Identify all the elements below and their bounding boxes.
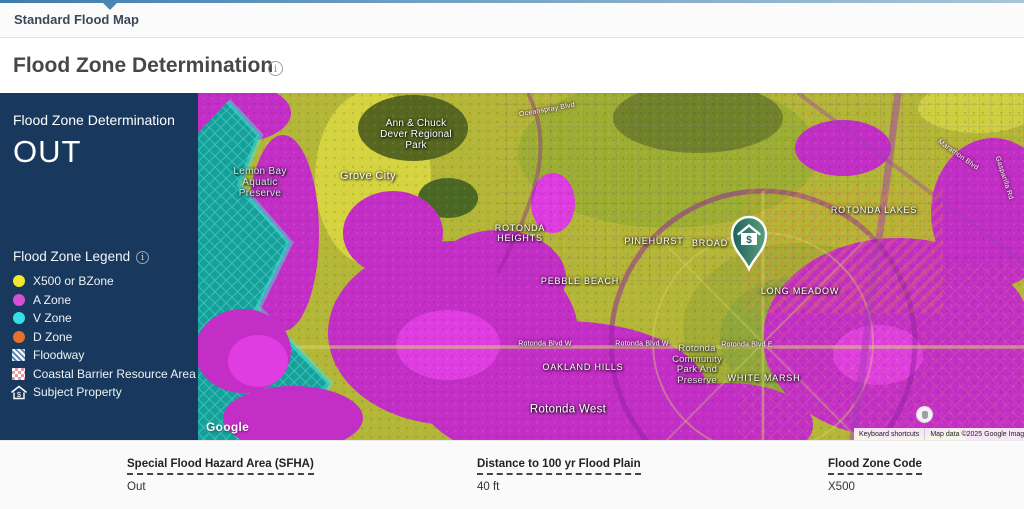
legend-item-a-zone: A Zone bbox=[10, 291, 196, 310]
legend-label: Subject Property bbox=[33, 385, 122, 399]
keyboard-shortcuts-link[interactable]: Keyboard shortcuts bbox=[854, 428, 925, 440]
sfha-label: Special Flood Hazard Area (SFHA) bbox=[127, 458, 314, 475]
legend-label: A Zone bbox=[33, 293, 71, 307]
coastal-barrier-swatch-icon bbox=[12, 368, 25, 380]
tab-bar: Standard Flood Map bbox=[0, 0, 1024, 38]
map-label-grove-city: Grove City bbox=[340, 170, 396, 182]
legend-item-floodway: Floodway bbox=[10, 346, 196, 365]
map-canvas[interactable] bbox=[198, 93, 1024, 440]
distance-value: 40 ft bbox=[477, 481, 641, 493]
map-label-rotonda-west: Rotonda West bbox=[530, 404, 606, 417]
v-zone-swatch bbox=[13, 312, 25, 324]
map-label-rotonda-lakes: ROTONDA LAKES bbox=[831, 205, 917, 215]
legend-label: X500 or BZone bbox=[33, 274, 114, 288]
map-label-oakland-hills: OAKLAND HILLS bbox=[543, 362, 624, 372]
floodway-swatch-icon bbox=[12, 349, 25, 361]
map-label-long-meadow: LONG MEADOW bbox=[761, 286, 839, 296]
map-data-attribution: Map data ©2025 Google Imagery ©2025 bbox=[925, 428, 1024, 440]
info-icon[interactable]: i bbox=[268, 61, 283, 76]
legend-title: Flood Zone Legendi bbox=[13, 249, 149, 264]
legend-label: Coastal Barrier Resource Area bbox=[33, 367, 196, 381]
google-logo: Google bbox=[206, 420, 249, 434]
legend-item-d-zone: D Zone bbox=[10, 328, 196, 347]
map-label-dever-regional-park: Ann & Chuck Dever Regional Park bbox=[372, 118, 460, 152]
flood-map[interactable]: Lemon Bay Aquatic Preserve Grove City An… bbox=[198, 93, 1024, 440]
map-label-rotonda-heights: ROTONDA HEIGHTS bbox=[484, 223, 556, 243]
map-road-rotonda-blvd-w-2: Rotonda Blvd W bbox=[615, 341, 668, 348]
map-label-pebble-beach: PEBBLE BEACH bbox=[541, 276, 619, 286]
active-tab-indicator-line bbox=[0, 0, 1024, 3]
field-zone-code: Flood Zone Code X500 bbox=[828, 454, 922, 493]
active-tab-caret bbox=[103, 3, 117, 10]
map-road-rotonda-blvd-e: Rotonda Blvd E bbox=[721, 342, 772, 349]
map-label-pinehurst: PINEHURST bbox=[624, 236, 683, 246]
map-attribution: Keyboard shortcuts Map data ©2025 Google… bbox=[854, 428, 1024, 440]
legend-item-subject-property: $ Subject Property bbox=[10, 383, 196, 402]
panel-title: Flood Zone Determination bbox=[13, 112, 185, 128]
distance-label: Distance to 100 yr Flood Plain bbox=[477, 458, 641, 475]
page-title: Flood Zone Determination bbox=[13, 54, 273, 78]
subject-property-pin[interactable]: $ bbox=[729, 214, 769, 272]
map-label-lemon-bay-aquatic-preserve: Lemon Bay Aquatic Preserve bbox=[224, 166, 296, 200]
tab-standard-flood-map[interactable]: Standard Flood Map bbox=[14, 12, 139, 27]
page-header: Flood Zone Determination i bbox=[0, 39, 1024, 93]
house-icon: $ bbox=[10, 385, 28, 400]
sfha-value: Out bbox=[127, 481, 314, 493]
field-sfha: Special Flood Hazard Area (SFHA) Out bbox=[127, 454, 314, 493]
legend-label: Floodway bbox=[33, 348, 84, 362]
legend-item-v-zone: V Zone bbox=[10, 309, 196, 328]
summary-bar: Special Flood Hazard Area (SFHA) Out Dis… bbox=[0, 440, 1024, 509]
legend-item-cbra: Coastal Barrier Resource Area bbox=[10, 365, 196, 384]
zone-code-value: X500 bbox=[828, 481, 922, 493]
map-label-white-marsh: WHITE MARSH bbox=[728, 373, 801, 383]
park-poi-badge[interactable] bbox=[916, 406, 933, 423]
legend-label: V Zone bbox=[33, 311, 72, 325]
flood-zone-legend: X500 or BZone A Zone V Zone D Zone Flood… bbox=[10, 272, 196, 402]
map-road-rotonda-blvd-w: Rotonda Blvd W bbox=[518, 341, 571, 348]
determination-result: OUT bbox=[13, 134, 185, 170]
d-zone-swatch bbox=[13, 331, 25, 343]
legend-item-x500: X500 or BZone bbox=[10, 272, 196, 291]
svg-text:$: $ bbox=[746, 235, 752, 246]
map-label-community-park: Rotonda Community Park And Preserve bbox=[661, 344, 733, 387]
field-distance: Distance to 100 yr Flood Plain 40 ft bbox=[477, 454, 641, 493]
zone-code-label: Flood Zone Code bbox=[828, 458, 922, 475]
legend-info-icon[interactable]: i bbox=[136, 251, 149, 264]
x500-zone-swatch bbox=[13, 275, 25, 287]
legend-label: D Zone bbox=[33, 330, 72, 344]
flood-determination-panel: Flood Zone Determination OUT Flood Zone … bbox=[0, 93, 198, 440]
content-area: Flood Zone Determination OUT Flood Zone … bbox=[0, 93, 1024, 440]
map-label-broad: BROAD bbox=[692, 238, 728, 248]
a-zone-swatch bbox=[13, 294, 25, 306]
